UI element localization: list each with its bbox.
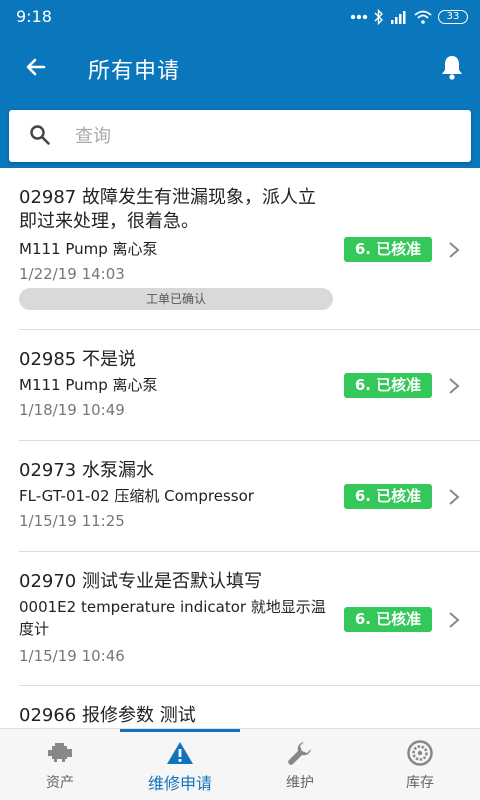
status-bar: 9:18 33 — [0, 0, 480, 34]
request-time: 1/15/19 11:25 — [19, 512, 125, 530]
nav-label: 维护 — [286, 775, 314, 791]
request-item[interactable]: 02987 故障发生有泄漏现象，派人立即过来处理，很着急。 M111 Pump … — [19, 168, 480, 330]
back-button[interactable] — [20, 51, 52, 83]
bluetooth-icon — [374, 9, 383, 25]
chevron-right-icon — [449, 612, 460, 628]
nav-label: 资产 — [46, 775, 74, 791]
request-list: 02987 故障发生有泄漏现象，派人立即过来处理，很着急。 M111 Pump … — [0, 168, 480, 728]
nav-tab-assets[interactable]: 资产 — [0, 729, 120, 800]
wifi-icon — [414, 10, 432, 24]
chevron-right-icon — [449, 489, 460, 505]
chevron-right-icon — [449, 242, 460, 258]
search-input[interactable] — [75, 120, 455, 152]
request-title: 02966 报修参数 测试 — [19, 705, 196, 726]
engine-icon — [44, 739, 76, 767]
request-title: 02970 测试专业是否默认填写 — [19, 571, 262, 592]
notifications-button[interactable] — [436, 51, 468, 83]
search-band — [0, 100, 480, 168]
request-item[interactable]: 02966 报修参数 测试 — [19, 686, 480, 728]
search-box[interactable] — [9, 110, 471, 162]
request-item[interactable]: 02970 测试专业是否默认填写 0001E2 temperature indi… — [19, 552, 480, 686]
request-title: 02987 故障发生有泄漏现象，派人立即过来处理，很着急。 — [19, 187, 316, 232]
request-title: 02985 不是说 — [19, 349, 136, 370]
wrench-icon — [284, 739, 316, 767]
nav-tab-inventory[interactable]: 库存 — [360, 729, 480, 800]
request-time: 1/22/19 14:03 — [19, 265, 125, 283]
battery-icon: 33 — [438, 10, 468, 24]
status-badge: 6. 已核准 — [344, 237, 432, 262]
signal-icon — [391, 11, 406, 24]
request-time: 1/15/19 10:46 — [19, 647, 125, 665]
request-tag: 工单已确认 — [19, 288, 333, 310]
gear-disc-icon — [404, 739, 436, 767]
nav-label: 维修申请 — [147, 774, 212, 793]
nav-tab-maintenance-requests[interactable]: 维修申请 — [120, 729, 240, 800]
request-title: 02973 水泵漏水 — [19, 460, 154, 481]
chevron-right-icon — [449, 378, 460, 394]
app-bar: 所有申请 — [0, 34, 480, 100]
nav-label: 库存 — [406, 775, 434, 791]
warning-icon — [164, 739, 196, 767]
status-badge: 6. 已核准 — [344, 373, 432, 398]
bottom-nav: 资产 维修申请 维护 库存 — [0, 728, 480, 800]
request-item[interactable]: 02985 不是说 M111 Pump 离心泵 1/18/19 10:49 6.… — [19, 330, 480, 441]
request-asset: M111 Pump 离心泵 — [19, 240, 158, 258]
page-title: 所有申请 — [88, 59, 181, 84]
back-arrow-icon — [26, 58, 46, 76]
request-asset: M111 Pump 离心泵 — [19, 376, 158, 394]
search-icon — [30, 125, 50, 145]
request-item[interactable]: 02973 水泵漏水 FL-GT-01-02 压缩机 Compressor 1/… — [19, 441, 480, 552]
request-asset: 0001E2 temperature indicator 就地显示温度计 — [19, 598, 326, 638]
status-badge: 6. 已核准 — [344, 484, 432, 509]
request-asset: FL-GT-01-02 压缩机 Compressor — [19, 487, 254, 505]
battery-level: 33 — [446, 11, 460, 22]
more-dots-icon — [350, 14, 368, 20]
status-time: 9:18 — [16, 7, 52, 26]
bell-icon — [442, 56, 462, 80]
nav-tab-maintenance[interactable]: 维护 — [240, 729, 360, 800]
status-icons: 33 — [350, 8, 468, 26]
request-time: 1/18/19 10:49 — [19, 401, 125, 419]
status-badge: 6. 已核准 — [344, 607, 432, 632]
